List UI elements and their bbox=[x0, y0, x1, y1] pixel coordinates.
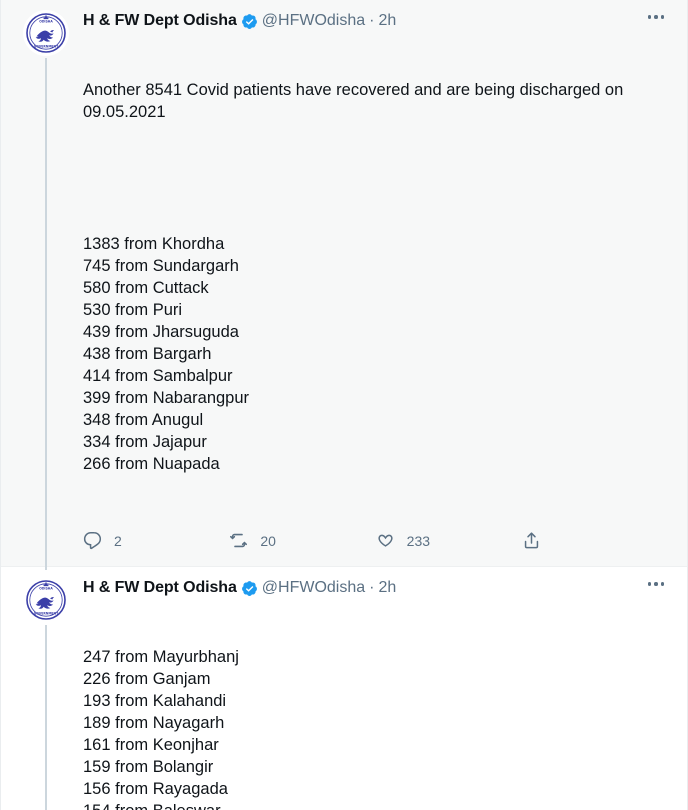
tweet-gutter: ODISHA GOVERNMENT bbox=[23, 10, 83, 570]
like-button[interactable]: 233 bbox=[376, 531, 522, 550]
tweet-header: H & FW Dept Odisha @HFWOdisha · 2h bbox=[83, 10, 667, 32]
header-separator-dot: · bbox=[369, 579, 375, 596]
thread-connector-line bbox=[45, 58, 47, 570]
tweet-timestamp[interactable]: 2h bbox=[378, 12, 396, 30]
header-separator-dot: · bbox=[369, 12, 375, 29]
share-button[interactable] bbox=[522, 531, 553, 550]
reply-count: 2 bbox=[114, 532, 122, 549]
more-options-icon[interactable] bbox=[645, 579, 668, 589]
account-handle[interactable]: @HFWOdisha bbox=[262, 12, 365, 30]
odisha-government-emblem-avatar[interactable]: ODISHA GOVERNMENT bbox=[23, 10, 69, 56]
thread-connector-line bbox=[45, 625, 47, 810]
tweet-body: Another 8541 Covid patients have recover… bbox=[83, 35, 667, 519]
retweet-icon bbox=[229, 531, 248, 550]
svg-text:ODISHA: ODISHA bbox=[39, 19, 53, 23]
verified-badge-icon bbox=[241, 580, 258, 597]
district-recovery-list: 1383 from Khordha 745 from Sundargarh 58… bbox=[83, 235, 250, 473]
account-display-name[interactable]: H & FW Dept Odisha bbox=[83, 12, 237, 30]
tweet-card[interactable]: ODISHA GOVERNMENT H & FW Dept Odisha @HF… bbox=[1, 0, 687, 570]
svg-text:GOVERNMENT: GOVERNMENT bbox=[34, 612, 59, 616]
like-heart-icon bbox=[376, 531, 395, 550]
tweet-intro-text: Another 8541 Covid patients have recover… bbox=[83, 81, 628, 121]
share-icon bbox=[522, 531, 541, 550]
tweet-body: 247 from Mayurbhanj 226 from Ganjam 193 … bbox=[83, 602, 667, 810]
twitter-thread-feed: ODISHA GOVERNMENT H & FW Dept Odisha @HF… bbox=[0, 0, 688, 810]
account-handle[interactable]: @HFWOdisha bbox=[262, 579, 365, 597]
verified-badge-icon bbox=[241, 13, 258, 30]
account-display-name[interactable]: H & FW Dept Odisha bbox=[83, 579, 237, 597]
svg-text:ODISHA: ODISHA bbox=[39, 586, 53, 590]
reply-icon bbox=[83, 531, 102, 550]
tweet-content: H & FW Dept Odisha @HFWOdisha · 2h Anoth… bbox=[83, 10, 667, 566]
retweet-button[interactable]: 20 bbox=[229, 531, 375, 550]
tweet-timestamp[interactable]: 2h bbox=[378, 579, 396, 597]
district-recovery-list: 247 from Mayurbhanj 226 from Ganjam 193 … bbox=[83, 648, 239, 810]
like-count: 233 bbox=[406, 532, 431, 549]
tweet-header: H & FW Dept Odisha @HFWOdisha · 2h bbox=[83, 577, 667, 599]
tweet-gutter: ODISHA GOVERNMENT bbox=[23, 577, 83, 810]
retweet-count: 20 bbox=[260, 532, 276, 549]
odisha-government-emblem-avatar[interactable]: ODISHA GOVERNMENT bbox=[23, 577, 69, 623]
more-options-icon[interactable] bbox=[645, 12, 668, 22]
reply-button[interactable]: 2 bbox=[83, 531, 229, 550]
body-blank-line bbox=[83, 167, 667, 189]
tweet-card[interactable]: ODISHA GOVERNMENT H & FW Dept Odisha @HF… bbox=[1, 567, 687, 810]
tweet-content: H & FW Dept Odisha @HFWOdisha · 2h 247 f… bbox=[83, 577, 667, 810]
tweet-action-bar: 2 20 233 bbox=[83, 531, 553, 560]
svg-text:GOVERNMENT: GOVERNMENT bbox=[34, 45, 59, 49]
